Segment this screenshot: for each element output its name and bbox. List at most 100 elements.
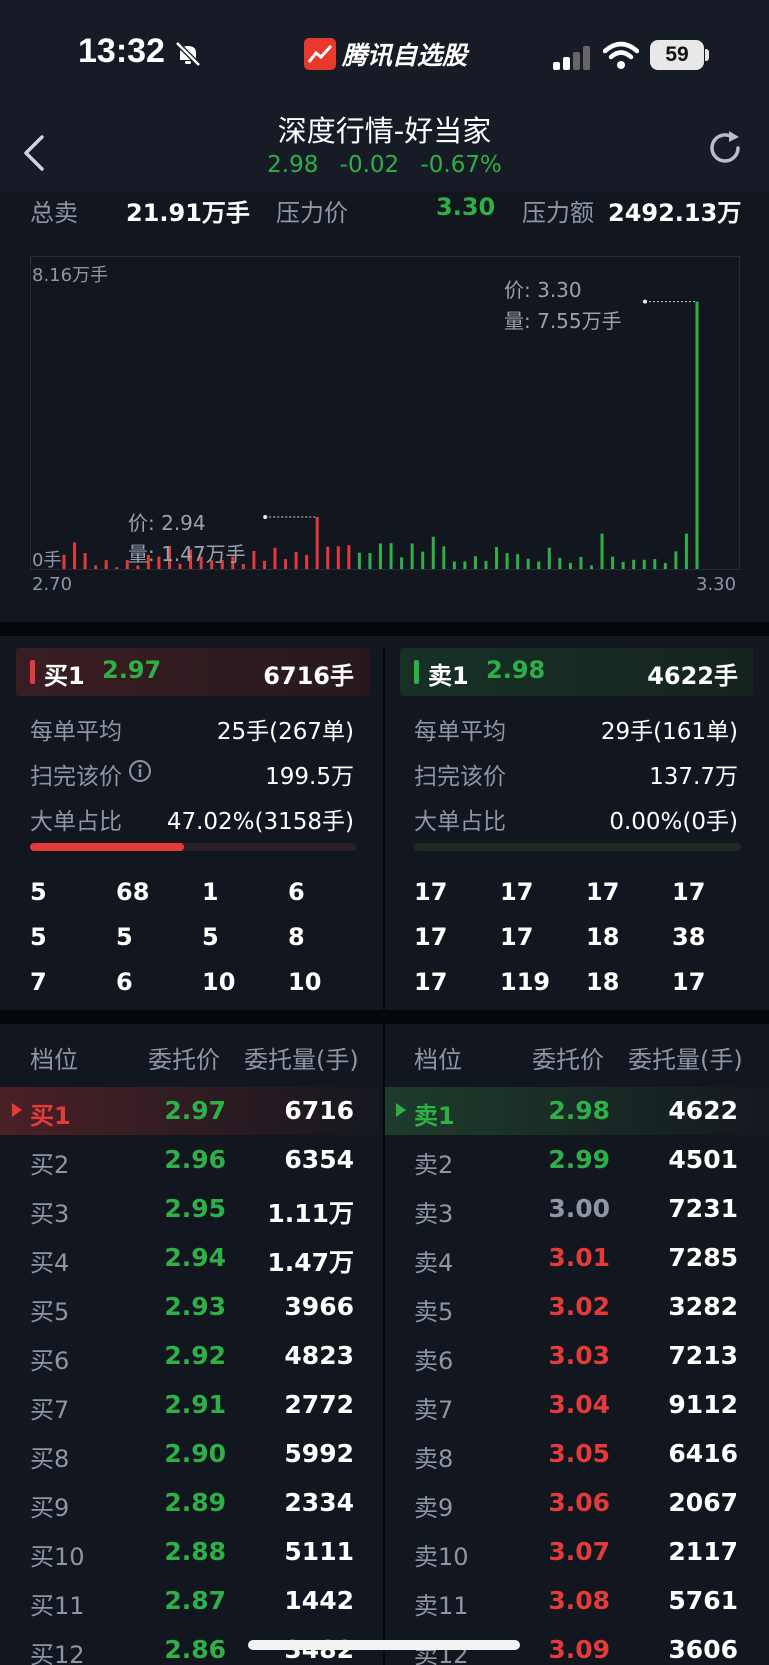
ask-sweep-value: 137.7万 — [649, 764, 738, 790]
ask-depth-bar — [473, 556, 477, 569]
ask-depth-bar — [379, 543, 382, 569]
ask-level-label: 卖11 — [414, 1592, 469, 1620]
cellular-signal-icon — [553, 46, 590, 70]
ask-peak-price-annotation: 价: 3.30 — [504, 278, 582, 302]
bid-queue-order: 10 — [202, 968, 236, 996]
page-title: 深度行情-好当家 — [277, 114, 492, 148]
total-sell-label: 总卖 — [30, 199, 78, 227]
nav-quote: 2.98 -0.02 -0.67% — [0, 152, 769, 178]
bid-level-price: 2.89 — [164, 1488, 226, 1517]
ask-queue-order: 17 — [586, 878, 620, 906]
bid-level-label: 买11 — [30, 1592, 85, 1620]
refresh-icon[interactable] — [705, 128, 745, 168]
bell-muted-icon — [175, 41, 201, 67]
bid-sweep-value: 199.5万 — [265, 764, 354, 790]
bid-big-label: 大单占比 — [30, 809, 122, 835]
info-icon[interactable] — [128, 759, 152, 783]
ask-level-price: 3.01 — [548, 1243, 610, 1272]
ask-level-volume: 4622 — [668, 1096, 738, 1125]
ask-depth-bar — [611, 556, 615, 569]
bid-big-value: 47.02%(3158手) — [166, 809, 354, 835]
bid-depth-bar — [305, 554, 309, 569]
ask-level-volume: 7231 — [668, 1194, 738, 1223]
ask-depth-bar — [547, 547, 551, 569]
ask-big-value: 0.00%(0手) — [609, 809, 738, 835]
annotation-dot — [263, 514, 268, 519]
x-max-label: 3.30 — [696, 574, 737, 595]
ask-depth-bar — [495, 547, 499, 569]
ask-col-volume: 委托量(手) — [628, 1046, 743, 1074]
bid-peak-price-annotation: 价: 2.94 — [128, 511, 206, 535]
bid-queue-order: 10 — [288, 968, 322, 996]
bid-level-label: 买2 — [30, 1151, 70, 1179]
ask-queue-order: 17 — [414, 968, 448, 996]
bid-depth-bar — [284, 559, 288, 569]
bid-col-price: 委托价 — [148, 1046, 220, 1074]
ask-depth-bar — [537, 561, 541, 569]
bid-queue-order: 7 — [30, 968, 47, 996]
ask-depth-bar — [695, 301, 699, 569]
bid-depth-bar — [62, 554, 66, 569]
ask-depth-bar — [410, 543, 414, 569]
battery-icon — [705, 49, 709, 61]
home-indicator[interactable] — [248, 1640, 520, 1650]
ask-col-level: 档位 — [414, 1046, 462, 1074]
bid-queue-order: 68 — [116, 878, 150, 906]
section-divider — [0, 1010, 769, 1024]
ask-peak-volume-annotation: 量: 7.55万手 — [504, 309, 622, 333]
section-divider — [0, 622, 769, 636]
ask1-marker — [414, 660, 419, 684]
bid-queue-order: 5 — [30, 878, 47, 906]
column-divider — [383, 648, 385, 1010]
bid-queue-order: 1 — [202, 878, 219, 906]
ask-depth-bar — [642, 559, 646, 569]
ask-depth-bar — [600, 533, 604, 569]
quote-change: -0.02 — [339, 152, 400, 178]
ask-level-price: 3.05 — [548, 1439, 610, 1468]
ask-queue-order: 17 — [414, 923, 448, 951]
bid-depth-bar — [336, 546, 340, 569]
ask-col-price: 委托价 — [532, 1046, 604, 1074]
bid-level-label: 买1 — [30, 1102, 71, 1130]
ask-depth-bar — [579, 556, 583, 569]
ask-depth-bar — [442, 546, 446, 569]
ask-level-label: 卖10 — [414, 1543, 469, 1571]
ask-depth-bar — [484, 560, 488, 569]
bid-level-price: 2.86 — [164, 1635, 226, 1664]
ask-depth-bar — [400, 557, 404, 569]
pressure-price-value: 3.30 — [436, 193, 496, 221]
ask-level-volume: 7285 — [668, 1243, 738, 1272]
ask-level-label: 卖5 — [414, 1298, 454, 1326]
bid-level-price: 2.90 — [164, 1439, 226, 1468]
bid-big-ratio-bar — [30, 843, 184, 851]
ask-level-label: 卖9 — [414, 1494, 454, 1522]
ask-level-label: 卖3 — [414, 1200, 454, 1228]
bid1-marker — [30, 660, 35, 684]
bid-level-volume: 5111 — [284, 1537, 354, 1566]
ask-queue-order: 17 — [500, 878, 534, 906]
bid-depth-bar — [94, 565, 98, 569]
ask-level-volume: 4501 — [668, 1145, 738, 1174]
bid-depth-bar — [315, 516, 319, 569]
bid-avg-label: 每单平均 — [30, 719, 122, 745]
ask-big-ratio-track — [414, 843, 741, 851]
ask-queue-order: 18 — [586, 923, 620, 951]
bid-depth-bar — [104, 560, 108, 569]
bid-level-price: 2.92 — [164, 1341, 226, 1370]
bid-level-label: 买9 — [30, 1494, 70, 1522]
pressure-price-label: 压力价 — [276, 199, 348, 227]
bid-peak-volume-annotation: 量: 1.47万手 — [128, 542, 246, 566]
ask-queue-order: 38 — [672, 923, 706, 951]
bid-level-price: 2.97 — [164, 1096, 226, 1125]
bid-level-volume: 2334 — [284, 1488, 354, 1517]
ask-depth-bar — [663, 562, 667, 569]
ask-level-price: 3.02 — [548, 1292, 610, 1321]
ask-level-label: 卖8 — [414, 1445, 454, 1473]
battery-level: 59 — [650, 40, 704, 70]
bid-queue-order: 8 — [288, 923, 305, 951]
ask-depth-bar — [463, 561, 467, 569]
bid-level-label: 买8 — [30, 1445, 70, 1473]
bid-level-label: 买3 — [30, 1200, 70, 1228]
bid-level-volume: 6354 — [284, 1145, 354, 1174]
ask1-pointer-icon — [396, 1103, 406, 1117]
